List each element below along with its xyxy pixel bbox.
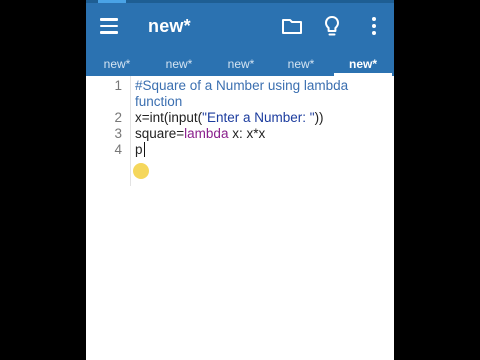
app-toolbar: new*	[86, 3, 394, 53]
phone-screen: new* new* new* new* new* new* 1 #Square …	[86, 0, 394, 360]
code-comment: #Square of a Number using lambda	[135, 78, 349, 93]
code-text: square=	[135, 126, 185, 141]
line-number: 3	[114, 126, 122, 141]
hamburger-menu-icon[interactable]	[100, 17, 120, 35]
file-tabs: new* new* new* new* new*	[86, 53, 394, 76]
gutter-divider	[130, 76, 131, 186]
code-text: x: x*x	[228, 126, 266, 141]
code-line-2: x=int(input("Enter a Number: "))	[135, 110, 324, 125]
code-text: ))	[314, 110, 324, 125]
code-text: p	[135, 142, 143, 157]
code-line-1-wrap: function	[135, 94, 182, 109]
code-text: x=int(input(	[135, 110, 203, 125]
code-line-3: square=lambda x: x*x	[135, 126, 265, 141]
tab-new-3[interactable]: new*	[212, 53, 270, 76]
lightbulb-icon[interactable]	[320, 14, 344, 38]
line-number: 4	[114, 142, 122, 157]
tab-new-5-active[interactable]: new*	[334, 53, 392, 76]
code-keyword: lambda	[184, 126, 229, 141]
tab-new-4[interactable]: new*	[272, 53, 330, 76]
code-comment-wrap: function	[135, 94, 183, 109]
tab-new-1[interactable]: new*	[88, 53, 146, 76]
code-string: "Enter a Number: "	[202, 110, 315, 125]
document-title: new*	[148, 16, 191, 36]
code-line-1: #Square of a Number using lambda	[135, 78, 348, 93]
touch-indicator	[133, 163, 149, 179]
code-line-4: p	[135, 142, 145, 157]
code-editor[interactable]: 1 #Square of a Number using lambda funct…	[86, 76, 394, 360]
line-number: 2	[114, 110, 122, 125]
more-vert-icon[interactable]	[362, 14, 386, 38]
text-cursor	[143, 142, 145, 157]
line-number: 1	[114, 78, 122, 93]
tab-new-2[interactable]: new*	[150, 53, 208, 76]
folder-icon[interactable]	[280, 14, 304, 38]
